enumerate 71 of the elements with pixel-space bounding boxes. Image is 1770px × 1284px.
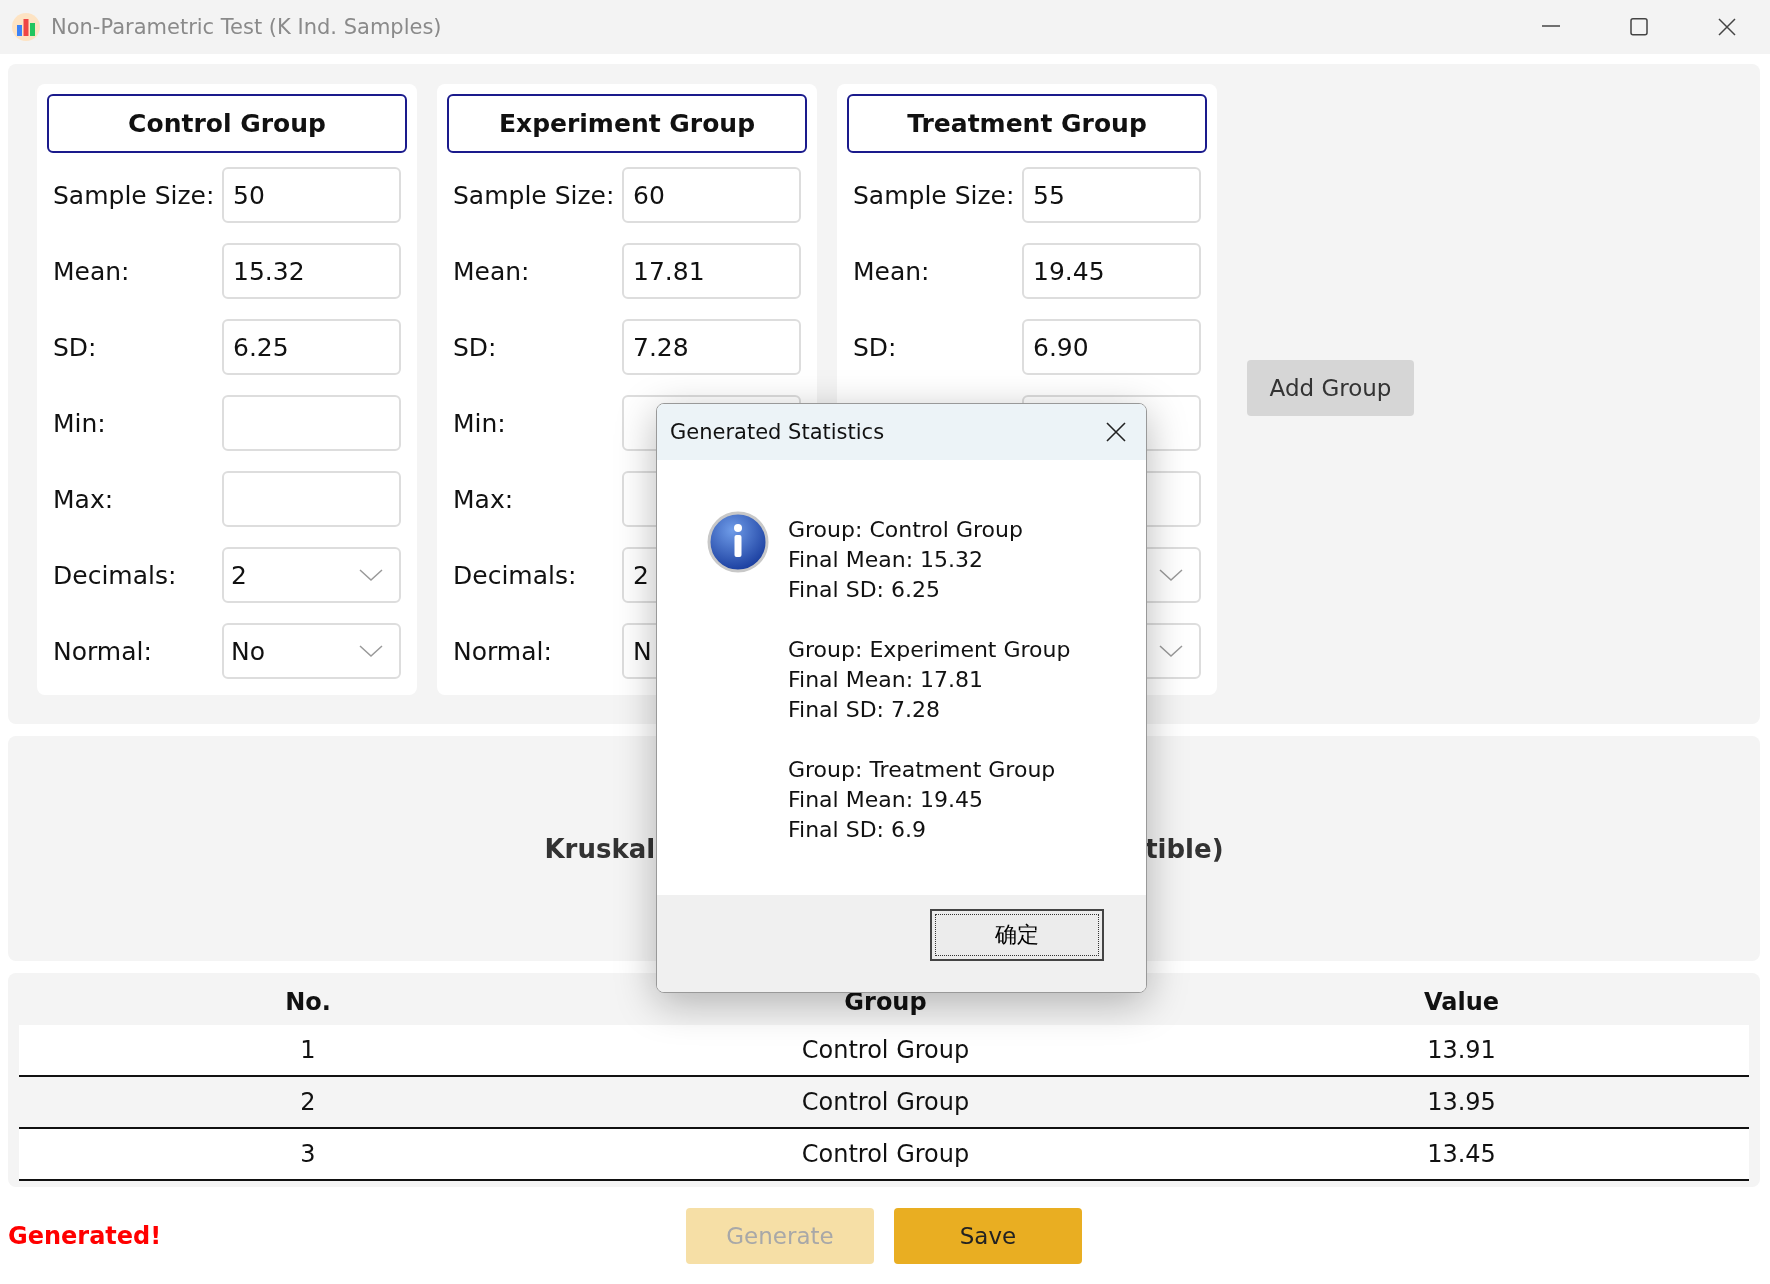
- table-cell-text: 1: [299, 1036, 317, 1064]
- message-line: Group: Control Group: [788, 516, 1024, 544]
- field-label: Normal:: [52, 636, 153, 666]
- add-group-button[interactable]: Add Group: [1247, 360, 1414, 416]
- group-name-button[interactable]: Experiment Group: [447, 94, 807, 153]
- input-field[interactable]: 6.25: [222, 319, 401, 375]
- chevron-icon: [1159, 568, 1183, 582]
- input-field[interactable]: 15.32: [222, 243, 401, 299]
- message-line: Group: Experiment Group: [788, 636, 1071, 664]
- ok-button[interactable]: 确定: [930, 908, 1104, 961]
- message-line: Final Mean: 17.81: [788, 666, 985, 694]
- close-icon[interactable]: [1106, 422, 1126, 442]
- app-icon: [12, 13, 40, 41]
- chevron-icon: [1159, 644, 1183, 658]
- field-label: Decimals:: [452, 560, 578, 590]
- column-header: Group: [843, 988, 928, 1016]
- field-label: Sample Size:: [452, 180, 616, 210]
- column-header: Value: [1422, 988, 1500, 1016]
- field-label: SD:: [452, 332, 498, 362]
- input-field[interactable]: 55: [1022, 167, 1201, 223]
- field-label: Min:: [452, 408, 507, 438]
- message-line: Final SD: 6.25: [788, 576, 941, 604]
- chevron-icon: [359, 644, 383, 658]
- table-cell-text: Control Group: [800, 1088, 971, 1116]
- column-header: No.: [284, 988, 332, 1016]
- status-message: Generated!: [8, 1221, 162, 1250]
- field-label: Normal:: [452, 636, 553, 666]
- table-cell-text: Control Group: [800, 1140, 971, 1168]
- input-field[interactable]: 6.90: [1022, 319, 1201, 375]
- field-label: Sample Size:: [852, 180, 1016, 210]
- close-icon[interactable]: [1718, 18, 1736, 36]
- field-label: Max:: [52, 484, 115, 514]
- message-line: Group: Treatment Group: [788, 756, 1057, 784]
- field-label: SD:: [852, 332, 898, 362]
- table-cell-text: 13.45: [1426, 1140, 1497, 1168]
- input-field[interactable]: [222, 395, 401, 451]
- field-label: Mean:: [852, 256, 931, 286]
- chevron-icon: [359, 568, 383, 582]
- group-name-button[interactable]: Control Group: [47, 94, 407, 153]
- result-title: Kruskal: [544, 833, 656, 864]
- save-button[interactable]: Save: [894, 1207, 1082, 1264]
- field-label: Min:: [52, 408, 107, 438]
- message-line: Final Mean: 15.32: [788, 546, 985, 574]
- input-field[interactable]: 17.81: [622, 243, 801, 299]
- field-label: SD:: [52, 332, 98, 362]
- group-name-button[interactable]: Treatment Group: [847, 94, 1207, 153]
- field-label: Max:: [452, 484, 515, 514]
- dialog-title: Generated Statistics: [670, 420, 885, 444]
- input-field[interactable]: 50: [222, 167, 401, 223]
- message-line: Final Mean: 19.45: [788, 786, 985, 814]
- field-label: Decimals:: [52, 560, 178, 590]
- message-line: Final SD: 6.9: [788, 816, 927, 844]
- input-field[interactable]: [222, 471, 401, 527]
- window-title: Non-Parametric Test (K Ind. Samples): [51, 15, 442, 39]
- result-title: tible): [1145, 833, 1224, 864]
- table-cell-text: Control Group: [800, 1036, 971, 1064]
- input-field[interactable]: 7.28: [622, 319, 801, 375]
- table-cell-text: 2: [299, 1088, 317, 1116]
- input-field[interactable]: 19.45: [1022, 243, 1201, 299]
- info-icon: [707, 511, 769, 573]
- dropdown[interactable]: 2: [222, 547, 401, 603]
- field-label: Sample Size:: [52, 180, 216, 210]
- maximize-icon[interactable]: [1630, 18, 1648, 36]
- message-line: Final SD: 7.28: [788, 696, 941, 724]
- dropdown[interactable]: No: [222, 623, 401, 679]
- input-field[interactable]: 60: [622, 167, 801, 223]
- field-label: Mean:: [52, 256, 131, 286]
- table-cell-text: 3: [299, 1140, 317, 1168]
- field-label: Mean:: [452, 256, 531, 286]
- table-cell-text: 13.95: [1426, 1088, 1497, 1116]
- table-cell-text: 13.91: [1426, 1036, 1497, 1064]
